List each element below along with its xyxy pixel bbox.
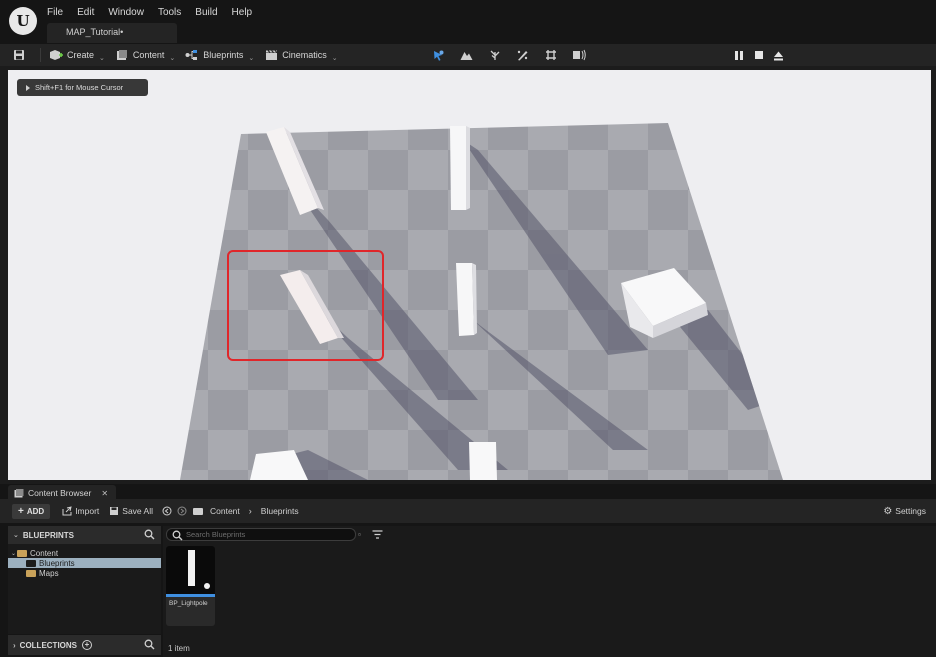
lightpole-thumbnail-icon [188, 550, 210, 589]
sources-panel: ⌄ BLUEPRINTS ⌄ Content Blueprints Maps [8, 526, 161, 634]
clapperboard-icon [264, 48, 278, 62]
blueprint-nodes-icon [185, 48, 199, 62]
cinematics-button[interactable]: Cinematics ⌄ [264, 44, 338, 66]
plus-icon: + [18, 505, 24, 517]
title-bar: U File Edit Window Tools Build Help MAP_… [0, 0, 936, 44]
mesh-paint-mode-icon[interactable] [516, 48, 530, 62]
fracture-mode-icon[interactable] [572, 48, 586, 62]
asset-tile[interactable]: BP_Lightpole [166, 546, 215, 626]
tree-item-blueprints[interactable]: Blueprints [8, 558, 161, 568]
select-mode-icon[interactable] [432, 48, 446, 62]
menu-bar: File Edit Window Tools Build Help [47, 7, 266, 18]
import-button[interactable]: Import [62, 506, 99, 516]
main-toolbar: Create ⌄ Content ⌄ Blueprints ⌄ Cinematics ⌄ [0, 44, 936, 66]
menu-file[interactable]: File [47, 7, 71, 18]
content-browser-toolbar: + ADD Import Save All Content › Blueprin… [0, 499, 936, 523]
asset-name: BP_Lightpole [169, 600, 208, 607]
add-button[interactable]: + ADD [12, 503, 51, 519]
pause-icon[interactable] [732, 48, 746, 62]
content-browser-tab-bar: Content Browser ✕ [0, 484, 936, 499]
history-forward-icon[interactable] [177, 506, 187, 516]
save-all-icon [110, 507, 119, 515]
folder-icon [26, 559, 36, 567]
content-browser-icon [14, 488, 24, 497]
search-blueprints-input[interactable]: Search Blueprints [166, 528, 356, 541]
content-icon [115, 48, 129, 62]
blueprints-button[interactable]: Blueprints ⌄ [185, 44, 254, 66]
landscape-mode-icon[interactable] [460, 48, 474, 62]
filter-icon[interactable] [372, 530, 383, 540]
menu-build[interactable]: Build [195, 7, 225, 18]
folder-icon [17, 549, 28, 557]
chevron-down-icon: ⌄ [11, 550, 17, 557]
save-all-button[interactable]: Save All [109, 506, 153, 516]
create-icon [49, 48, 63, 62]
asset-view: Search Blueprints ▫ BP_Lightpole 1 item [163, 526, 936, 657]
item-count: 1 item [168, 644, 190, 653]
create-button[interactable]: Create ⌄ [49, 44, 105, 66]
unreal-logo-icon[interactable]: U [9, 7, 37, 35]
stop-icon[interactable] [752, 48, 766, 62]
menu-tools[interactable]: Tools [158, 7, 189, 18]
scene-render [180, 123, 783, 480]
menu-window[interactable]: Window [108, 7, 152, 18]
close-tab-icon[interactable]: ✕ [101, 489, 108, 498]
chevron-right-icon: › [13, 640, 16, 650]
search-icon[interactable] [144, 529, 155, 540]
breadcrumb-content[interactable]: Content [210, 506, 240, 516]
tab-content-browser[interactable]: Content Browser ✕ [8, 485, 117, 499]
chevron-down-icon: ⌄ [13, 532, 19, 539]
blueprints-section-header[interactable]: ⌄ BLUEPRINTS [8, 526, 161, 544]
tree-item-content[interactable]: ⌄ Content [8, 548, 161, 558]
tree-item-maps[interactable]: Maps [8, 568, 161, 578]
tab-map-tutorial[interactable]: MAP_Tutorial• [47, 23, 177, 43]
modeling-mode-icon[interactable] [544, 48, 558, 62]
blueprint-type-bar [166, 594, 215, 597]
asset-thumbnail [166, 546, 215, 594]
folder-icon [193, 507, 203, 515]
history-back-icon[interactable] [162, 506, 172, 516]
menu-help[interactable]: Help [232, 7, 261, 18]
menu-edit[interactable]: Edit [77, 7, 102, 18]
import-icon [62, 506, 72, 516]
save-icon[interactable] [12, 48, 26, 62]
foliage-mode-icon[interactable] [488, 48, 502, 62]
search-icon[interactable] [144, 639, 155, 650]
mouse-cursor-hint-button[interactable]: Shift+F1 for Mouse Cursor [17, 79, 148, 96]
chevron-right-icon: › [248, 506, 252, 516]
add-collection-icon[interactable]: + [82, 640, 93, 650]
highlighted-block-outline [227, 250, 384, 361]
folder-icon [26, 569, 36, 577]
eject-icon[interactable] [772, 48, 786, 62]
breadcrumb: Content › Blueprints [193, 506, 299, 516]
level-viewport[interactable] [8, 70, 931, 480]
search-icon [172, 530, 183, 541]
settings-button[interactable]: ⚙ Settings [883, 506, 926, 517]
breadcrumb-blueprints[interactable]: Blueprints [261, 506, 299, 516]
gear-icon: ⚙ [883, 505, 893, 517]
collections-section-header[interactable]: › COLLECTIONS + [8, 635, 161, 655]
save-search-icon[interactable]: ▫ [358, 530, 361, 539]
content-button[interactable]: Content ⌄ [115, 44, 175, 66]
